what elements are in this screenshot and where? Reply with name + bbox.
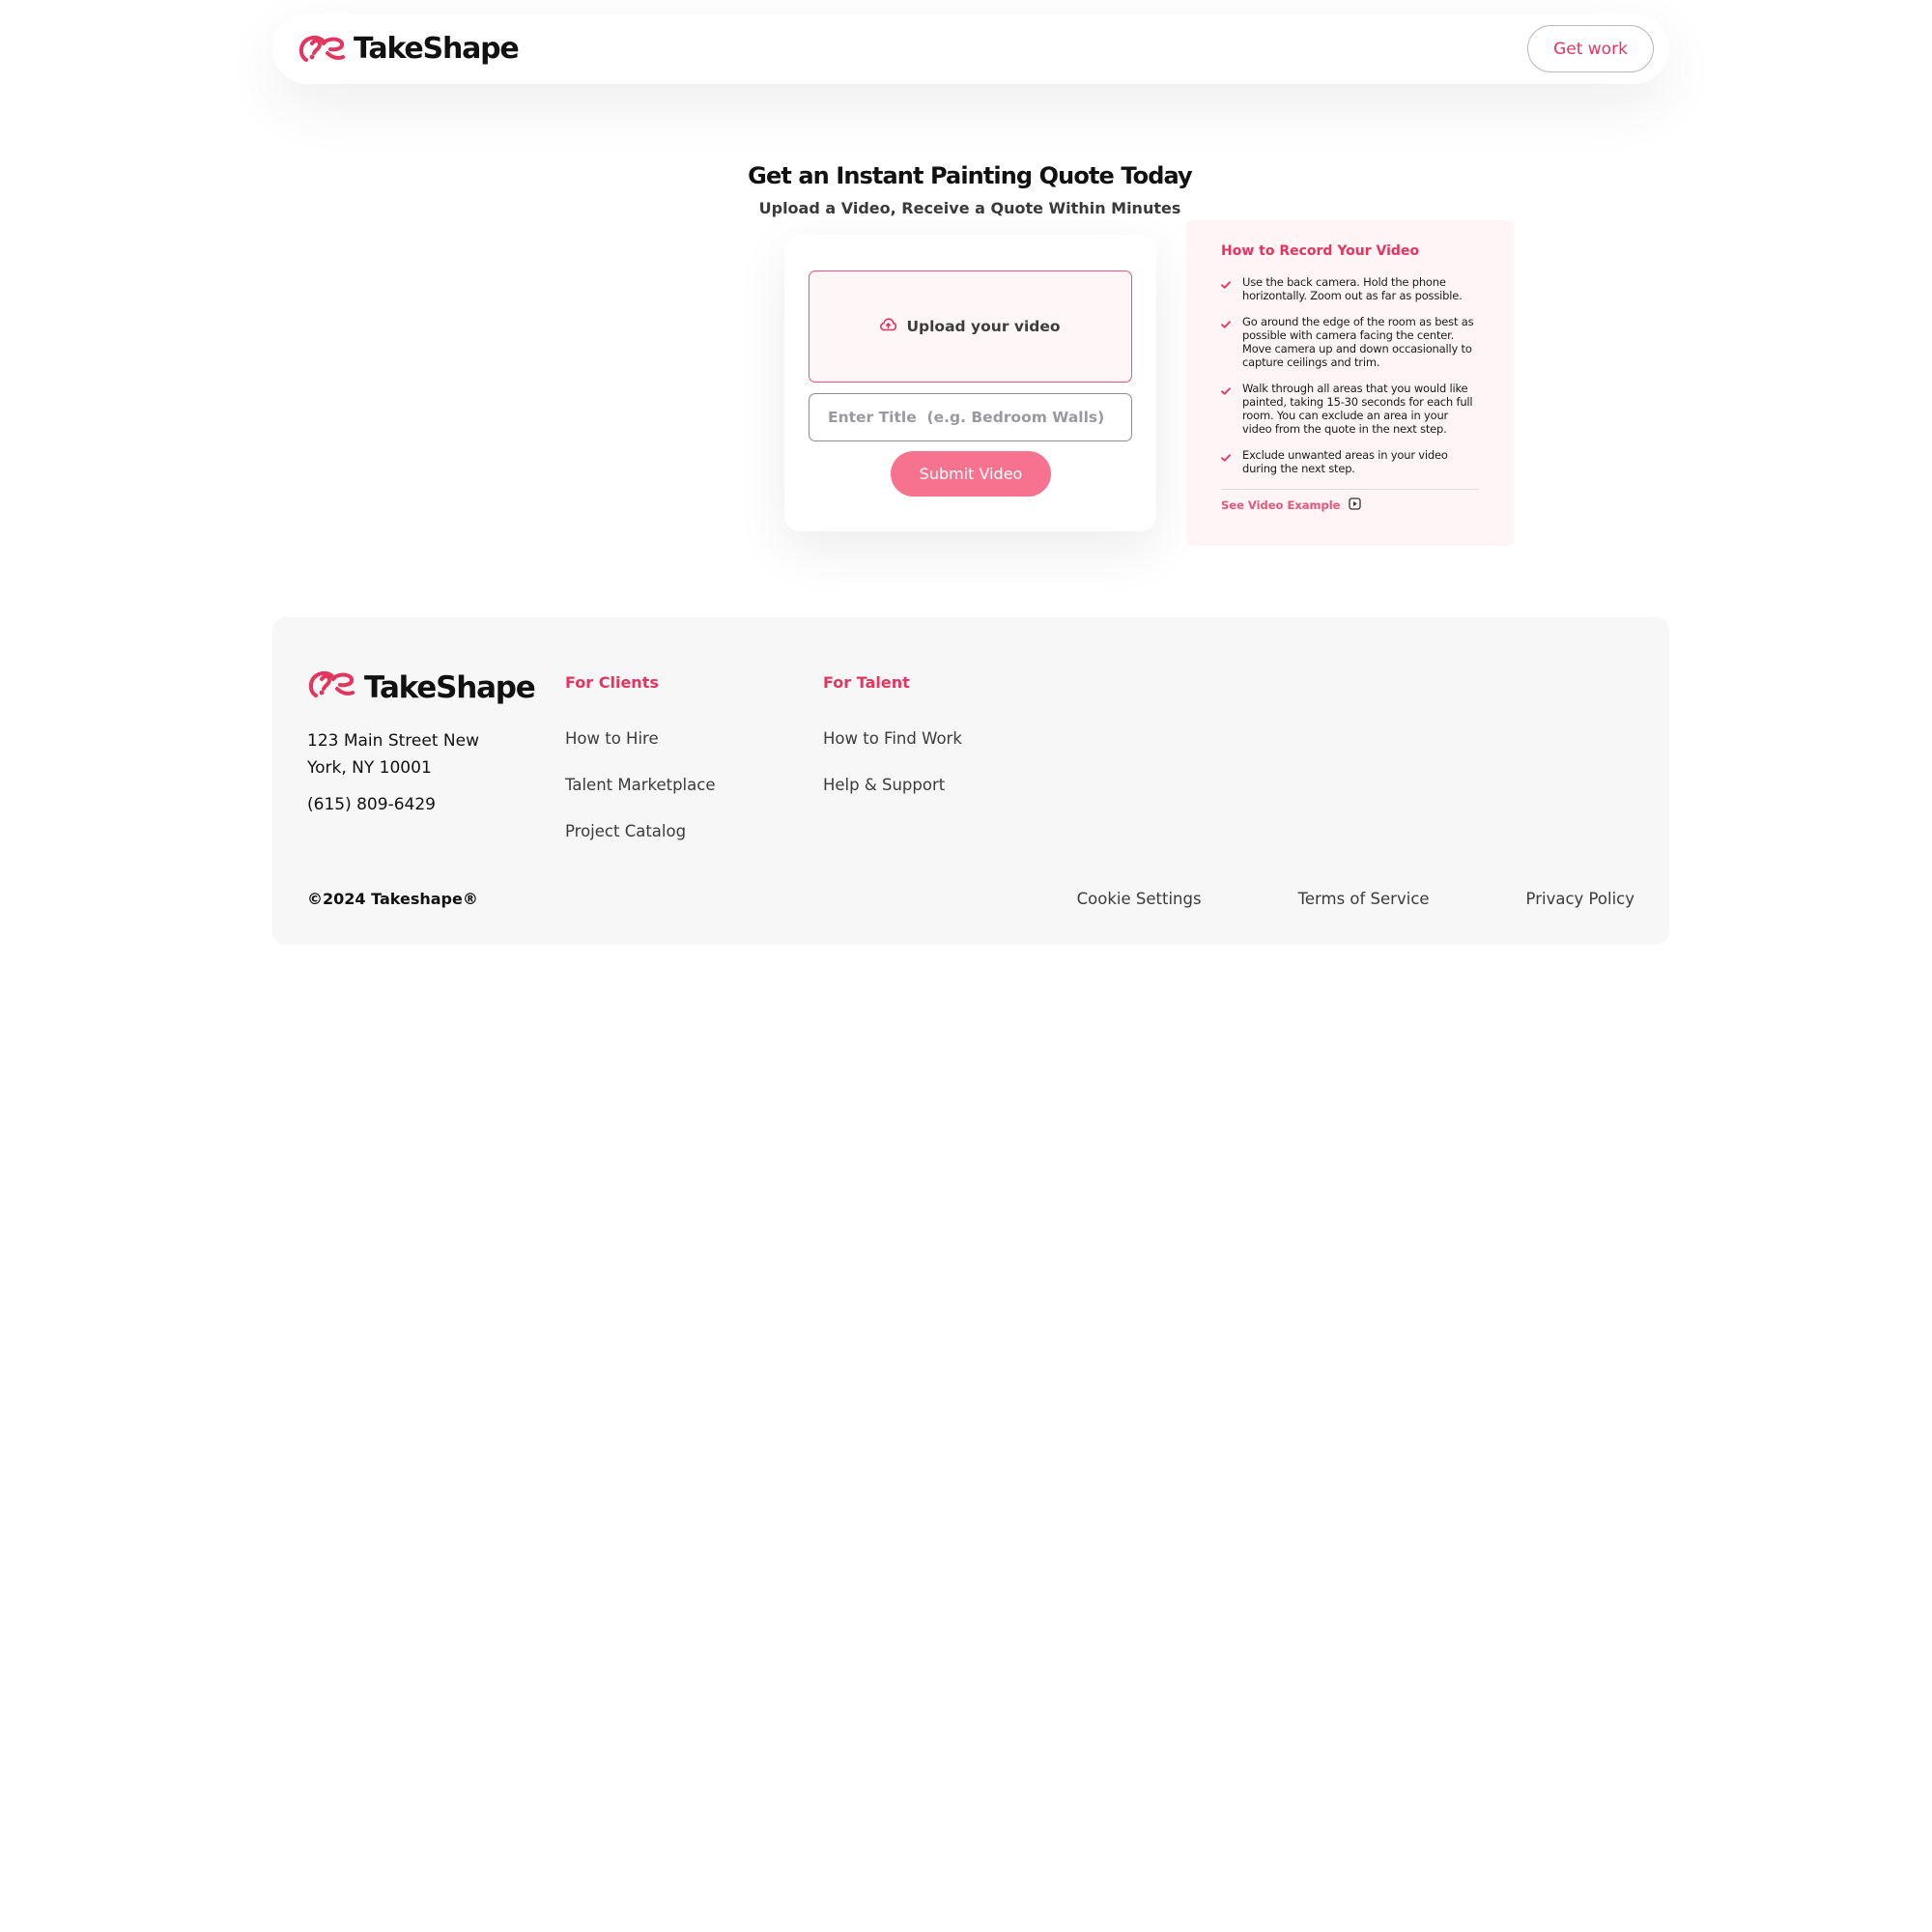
- terms-of-service-link[interactable]: Terms of Service: [1298, 890, 1430, 908]
- instruction-item: Use the back camera. Hold the phone hori…: [1221, 275, 1479, 302]
- footer-brand[interactable]: TakeShape: [307, 669, 536, 705]
- divider: [1221, 489, 1479, 490]
- footer-clients-title: For Clients: [565, 673, 659, 692]
- see-video-example-link[interactable]: See Video Example: [1221, 497, 1479, 513]
- cloud-upload-icon: [880, 317, 897, 336]
- check-icon: [1221, 383, 1231, 436]
- play-square-icon: [1349, 497, 1362, 513]
- upload-card: Upload your video Submit Video: [784, 235, 1156, 531]
- instruction-item: Go around the edge of the room as best a…: [1221, 315, 1479, 369]
- video-example-label: See Video Example: [1221, 498, 1341, 512]
- instructions-list: Use the back camera. Hold the phone hori…: [1221, 275, 1479, 475]
- instruction-item: Walk through all areas that you would li…: [1221, 382, 1479, 436]
- page-subtitle: Upload a Video, Receive a Quote Within M…: [758, 199, 1181, 217]
- footer-address: 123 Main Street New York, NY 10001: [307, 731, 479, 778]
- footer-legal-links: Cookie Settings Terms of Service Privacy…: [1077, 890, 1634, 908]
- instruction-text: Walk through all areas that you would li…: [1242, 382, 1473, 436]
- get-work-button[interactable]: Get work: [1527, 25, 1654, 72]
- footer-talent-column: For Talent How to Find Work Help & Suppo…: [823, 673, 962, 820]
- upload-video-dropzone[interactable]: Upload your video: [809, 270, 1132, 383]
- footer-link-talent-marketplace[interactable]: Talent Marketplace: [565, 774, 715, 797]
- footer-clients-column: For Clients How to Hire Talent Marketpla…: [565, 673, 715, 867]
- footer-phone: (615) 809-6429: [307, 795, 436, 814]
- check-icon: [1221, 276, 1231, 302]
- instructions-title: How to Record Your Video: [1221, 243, 1420, 259]
- cookie-settings-link[interactable]: Cookie Settings: [1077, 890, 1202, 908]
- instruction-text: Use the back camera. Hold the phone hori…: [1242, 275, 1463, 302]
- privacy-policy-link[interactable]: Privacy Policy: [1526, 890, 1634, 908]
- footer-brand-name: TakeShape: [364, 669, 536, 705]
- footer-link-how-to-hire[interactable]: How to Hire: [565, 727, 715, 751]
- footer-link-help-support[interactable]: Help & Support: [823, 774, 962, 797]
- footer-link-project-catalog[interactable]: Project Catalog: [565, 820, 715, 843]
- footer-copyright: ©2024 Takeshape®: [307, 890, 478, 908]
- brand[interactable]: TakeShape: [298, 32, 520, 66]
- brand-name: TakeShape: [354, 32, 520, 66]
- footer: TakeShape 123 Main Street New York, NY 1…: [272, 617, 1669, 945]
- submit-video-button[interactable]: Submit Video: [891, 451, 1051, 497]
- instruction-text: Go around the edge of the room as best a…: [1242, 315, 1474, 369]
- footer-link-how-to-find-work[interactable]: How to Find Work: [823, 727, 962, 751]
- video-title-input[interactable]: [809, 393, 1132, 441]
- takeshape-logo-icon: [307, 669, 355, 705]
- page-title: Get an Instant Painting Quote Today: [748, 162, 1193, 189]
- takeshape-logo-icon: [298, 34, 346, 65]
- instruction-item: Exclude unwanted areas in your video dur…: [1221, 448, 1479, 475]
- footer-talent-title: For Talent: [823, 673, 910, 692]
- upload-video-label: Upload your video: [906, 318, 1061, 335]
- check-icon: [1221, 316, 1231, 369]
- check-icon: [1221, 449, 1231, 475]
- instruction-text: Exclude unwanted areas in your video dur…: [1242, 448, 1448, 475]
- top-nav: TakeShape Get work: [272, 14, 1669, 84]
- recording-instructions: How to Record Your Video Use the back ca…: [1186, 220, 1514, 546]
